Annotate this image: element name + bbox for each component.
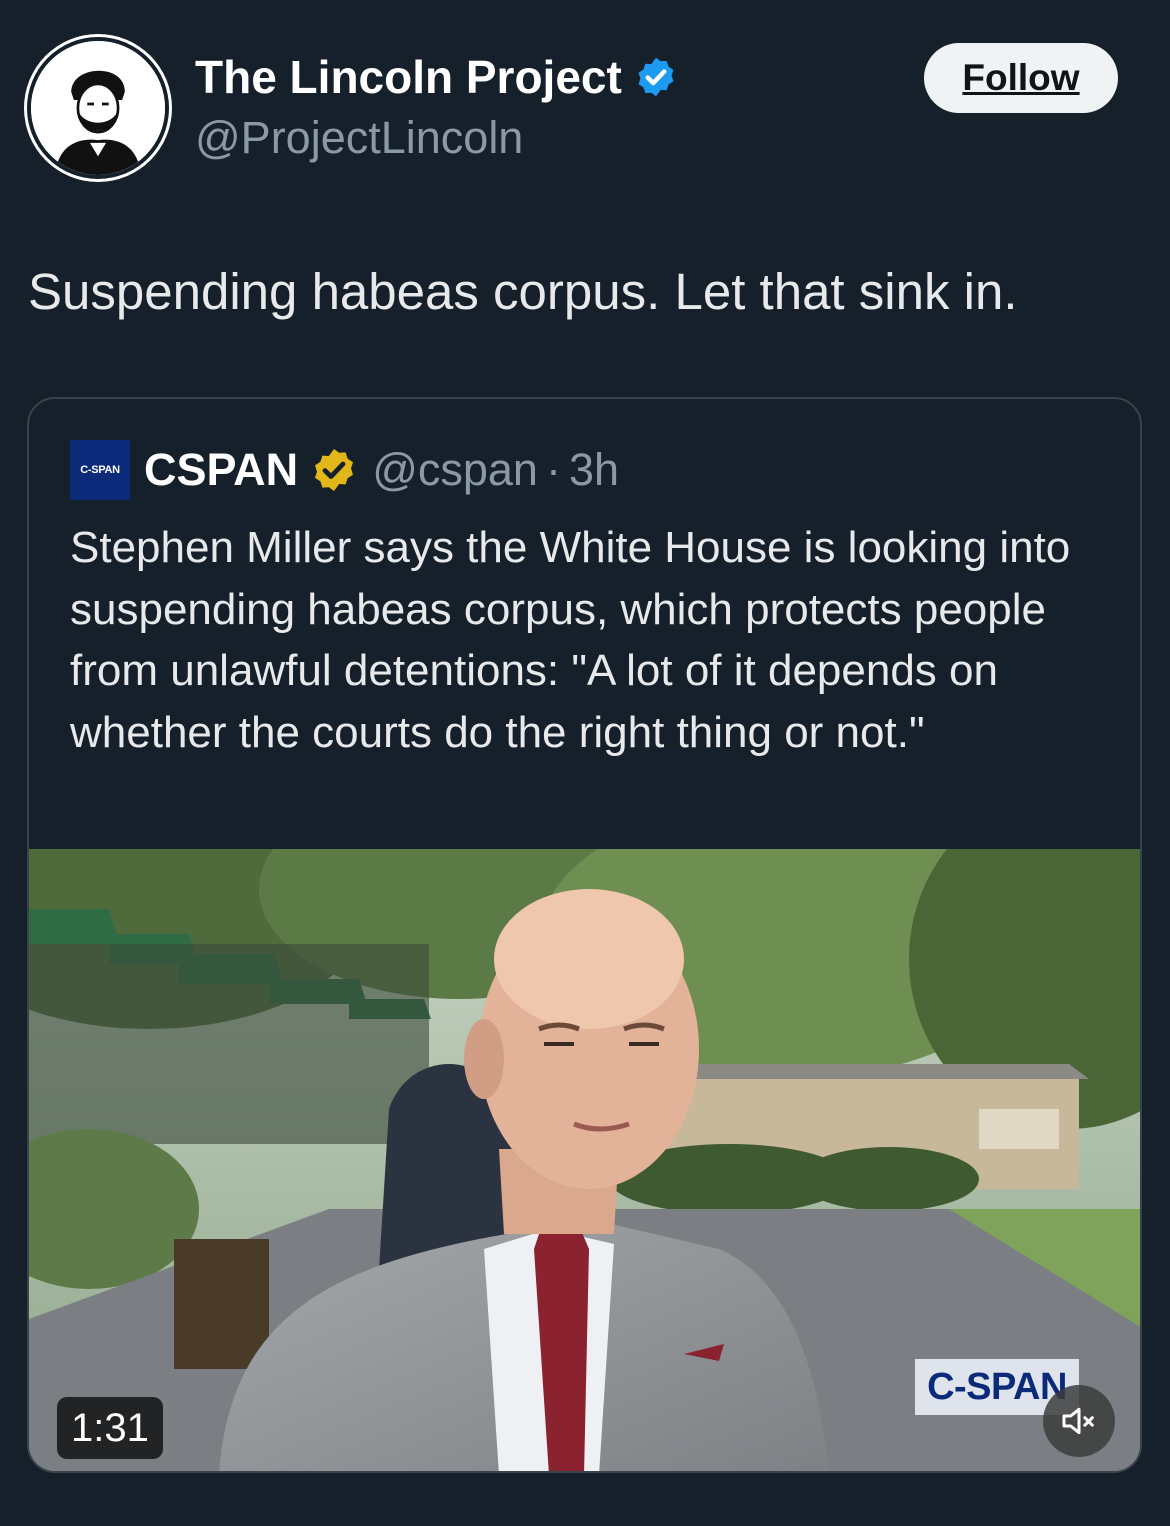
cspan-avatar[interactable]: C-SPAN [70,440,130,500]
verified-badge-icon [638,57,674,97]
speaker-muted-icon [1062,1407,1094,1435]
author-handle[interactable]: @ProjectLincoln [195,112,523,164]
separator-dot: · [545,444,561,495]
author-avatar[interactable] [27,37,169,179]
post-text: Suspending habeas corpus. Let that sink … [28,263,1018,320]
author-name[interactable]: The Lincoln Project [195,50,622,104]
verified-gold-badge-icon [315,449,354,491]
quoted-author-handle[interactable]: @cspan [372,444,538,496]
quoted-post-time[interactable]: 3h [569,444,619,496]
quoted-author-name[interactable]: CSPAN [144,444,298,496]
lincoln-portrait-icon [31,41,165,175]
quoted-post-text: Stephen Miller says the White House is l… [70,523,1071,757]
mute-button[interactable] [1043,1385,1115,1457]
author-name-row[interactable]: The Lincoln Project [195,50,678,104]
quoted-post-card[interactable]: C-SPAN CSPAN @cspan · 3h Stephen Miller … [27,397,1142,1473]
video-player[interactable]: 1:31 C-SPAN [29,849,1140,1471]
video-duration: 1:31 [57,1397,163,1459]
quoted-post-header: C-SPAN CSPAN @cspan · 3h [70,439,619,501]
follow-button[interactable]: Follow [924,43,1118,113]
